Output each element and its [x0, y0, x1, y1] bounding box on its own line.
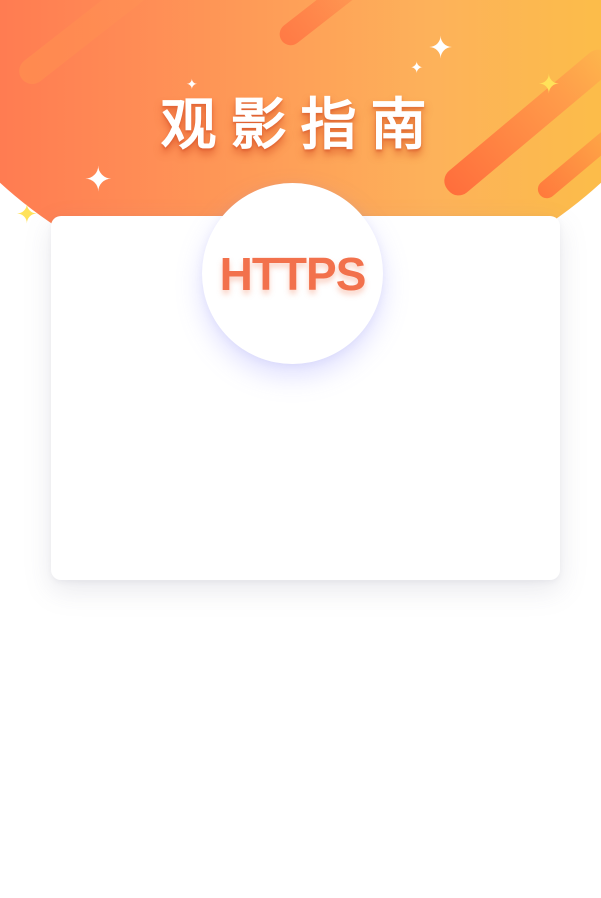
sparkle-icon: ✦ — [84, 160, 113, 200]
protocol-badge: HTTPS — [202, 183, 383, 364]
sparkle-icon: ✦ — [428, 31, 454, 66]
sparkle-icon: ✦ — [16, 200, 38, 230]
page-title: 观影指南 — [160, 93, 441, 158]
sparkle-icon: ✦ — [410, 58, 424, 77]
guide-page: ✦ ✦ ✦ ✦ ✦ ✦ 观影指南 HTTPS — [0, 0, 601, 898]
protocol-badge-label: HTTPS — [219, 247, 367, 300]
